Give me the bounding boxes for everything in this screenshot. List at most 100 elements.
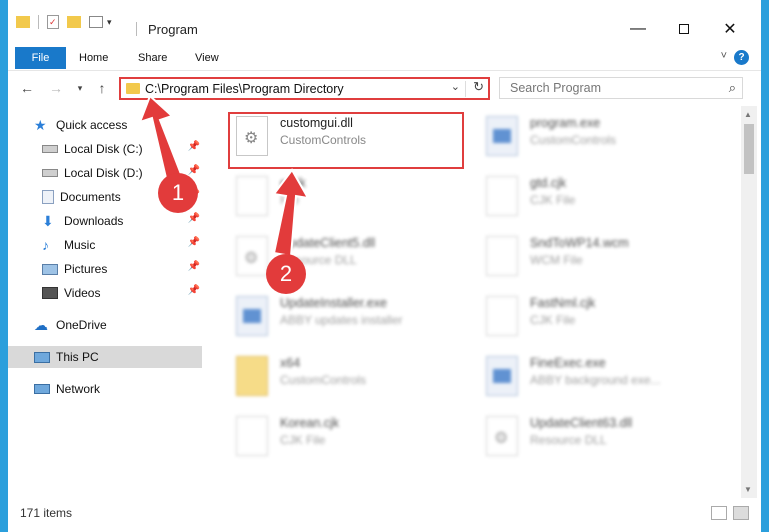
refresh-icon[interactable]: ↻ — [473, 79, 484, 95]
arrow-left-icon: ← — [20, 80, 34, 96]
window-title: Program — [148, 22, 198, 37]
nav-item-music[interactable]: ♪ Music 📌 — [42, 234, 202, 256]
star-icon: ★ — [34, 117, 47, 133]
vertical-scrollbar[interactable]: ▲ ▼ — [741, 106, 757, 498]
file-item[interactable]: UpdateClient63.dll Resource DLL — [480, 410, 720, 462]
chevron-down-icon[interactable]: ▾ — [107, 17, 112, 28]
file-type: ABBY updates installer — [280, 313, 403, 327]
pin-icon[interactable]: 📌 — [188, 285, 200, 296]
folder-icon[interactable] — [16, 16, 30, 28]
minimize-button[interactable]: — — [615, 14, 661, 44]
tab-home[interactable]: Home — [79, 47, 108, 69]
nav-item-label: Network — [56, 382, 101, 396]
nav-item-network[interactable]: Network — [34, 378, 202, 400]
cloud-icon: ☁ — [34, 317, 48, 333]
scroll-up-icon[interactable]: ▲ — [744, 110, 752, 119]
search-box[interactable]: Search Program ⌕ — [499, 77, 743, 99]
explorer-window: ✓ ▾ Program — ✕ File Home Share View ˅ ?… — [8, 0, 761, 532]
address-path[interactable]: C:\Program Files\Program Directory — [145, 82, 344, 96]
file-name: x64 — [280, 356, 301, 370]
file-item[interactable]: SndToWP14.wcm WCM File — [480, 230, 720, 282]
nav-item-videos[interactable]: Videos 📌 — [42, 282, 202, 304]
new-folder-icon[interactable] — [67, 16, 81, 28]
forward-button[interactable]: → — [46, 78, 66, 98]
file-icon — [236, 176, 268, 216]
search-input[interactable]: Search Program — [510, 81, 601, 95]
folder-icon — [126, 83, 140, 94]
pin-icon[interactable]: 📌 — [188, 261, 200, 272]
network-icon — [34, 384, 50, 394]
file-name: UpdateClient5.dll — [280, 236, 376, 250]
dll-file-icon — [236, 236, 268, 276]
pin-icon[interactable]: 📌 — [188, 165, 200, 176]
arrow-up-icon: ↑ — [98, 80, 106, 96]
file-name: gtd.cjk — [530, 176, 567, 190]
nav-item-label: Documents — [60, 190, 121, 204]
nav-item-quick-access[interactable]: ★ Quick access — [34, 114, 202, 136]
nav-item-label: Music — [64, 238, 96, 252]
file-item[interactable]: FastNml.cjk CJK File — [480, 290, 720, 342]
file-name: FastNml.cjk — [530, 296, 596, 310]
file-item[interactable]: x64 CustomControls — [230, 350, 470, 402]
nav-item-label: Quick access — [56, 118, 128, 132]
pin-icon[interactable]: 📌 — [188, 237, 200, 248]
file-name: UpdateInstaller.exe — [280, 296, 388, 310]
close-button[interactable]: ✕ — [707, 14, 753, 44]
maximize-button[interactable] — [661, 14, 707, 44]
search-icon[interactable]: ⌕ — [729, 80, 736, 96]
pin-icon[interactable]: 📌 — [188, 213, 200, 224]
nav-item-label: OneDrive — [56, 318, 107, 332]
nav-item-onedrive[interactable]: ☁ OneDrive — [34, 314, 202, 336]
window-frame-left — [0, 0, 8, 532]
file-type: CJK File — [530, 193, 576, 207]
videos-icon — [42, 287, 58, 299]
file-type: CJK File — [530, 313, 576, 327]
title-bar: ✓ ▾ Program — ✕ — [8, 0, 761, 42]
file-icon — [486, 176, 518, 216]
recent-locations-button[interactable]: ▾ — [70, 78, 90, 98]
file-item[interactable]: UpdateInstaller.exe ABBY updates install… — [230, 290, 470, 342]
customize-icon[interactable] — [89, 16, 103, 28]
tab-view[interactable]: View — [195, 47, 219, 69]
details-view-icon[interactable] — [711, 506, 727, 520]
nav-item-local-disk-c[interactable]: Local Disk (C:) 📌 — [42, 138, 202, 160]
tab-file[interactable]: File — [15, 47, 66, 69]
nav-item-label: Pictures — [64, 262, 108, 276]
computer-icon — [34, 351, 50, 363]
tab-share[interactable]: Share — [138, 47, 167, 69]
dll-file-icon — [486, 416, 518, 456]
file-item[interactable]: FineExec.exe ABBY background exe... — [480, 350, 720, 402]
file-item[interactable]: program.exe CustomControls — [480, 110, 720, 162]
scroll-thumb[interactable] — [744, 124, 754, 174]
nav-item-pictures[interactable]: Pictures 📌 — [42, 258, 202, 280]
nav-item-this-pc[interactable]: This PC — [8, 346, 202, 368]
address-bar[interactable]: C:\Program Files\Program Directory ⌄ ↻ — [119, 77, 490, 100]
minimize-icon: — — [630, 20, 646, 37]
file-name: FineExec.exe — [530, 356, 606, 370]
chevron-down-icon: ▾ — [77, 83, 83, 93]
expand-ribbon-icon[interactable]: ˅ — [721, 50, 727, 62]
step-2-badge: 2 — [266, 254, 306, 294]
music-icon: ♪ — [42, 237, 49, 253]
file-item[interactable]: g.cjk File — [230, 170, 470, 222]
chevron-down-icon[interactable]: ⌄ — [451, 80, 460, 93]
step-1-badge: 1 — [158, 173, 198, 213]
drive-icon — [42, 169, 58, 177]
file-item[interactable]: Korean.cjk CJK File — [230, 410, 470, 462]
nav-item-downloads[interactable]: ⬇ Downloads 📌 — [42, 210, 202, 232]
scroll-down-icon[interactable]: ▼ — [744, 485, 752, 494]
pin-icon[interactable]: 📌 — [188, 141, 200, 152]
exe-file-icon — [236, 296, 268, 336]
up-button[interactable]: ↑ — [92, 78, 112, 98]
file-type: CustomControls — [280, 373, 367, 387]
help-icon[interactable]: ? — [734, 50, 749, 65]
file-name: SndToWP14.wcm — [530, 236, 629, 250]
back-button[interactable]: ← — [17, 78, 37, 98]
file-type: WCM File — [530, 253, 583, 267]
properties-icon[interactable]: ✓ — [47, 15, 59, 29]
drive-icon — [42, 145, 58, 153]
large-icons-view-icon[interactable] — [733, 506, 749, 520]
nav-item-label: Downloads — [64, 214, 124, 228]
file-item[interactable]: gtd.cjk CJK File — [480, 170, 720, 222]
navigation-bar: ← → ▾ ↑ C:\Program Files\Program Directo… — [8, 72, 761, 106]
